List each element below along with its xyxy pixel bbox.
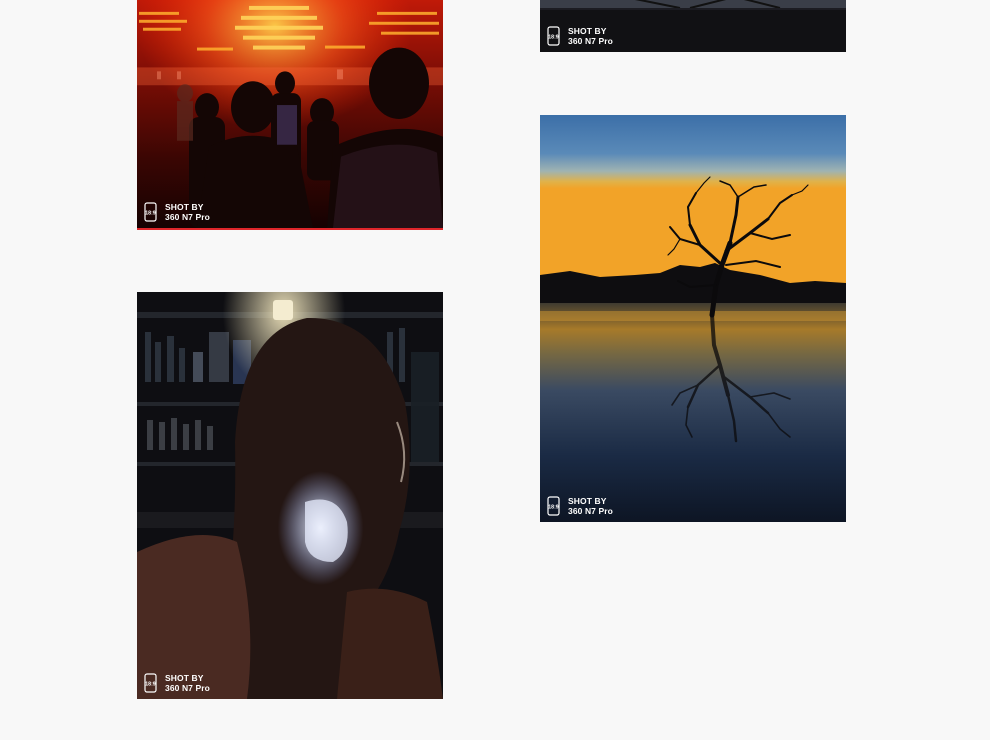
watermark-shot-by: SHOT BY [568, 26, 607, 36]
photo-girl[interactable]: 18:9 SHOT BY 360 N7 Pro [137, 292, 443, 699]
watermark-device: 360 N7 Pro [568, 36, 613, 46]
photo-nightlife[interactable]: 18:9 SHOT BY 360 N7 Pro [137, 0, 443, 230]
nightlife-scene-image [137, 0, 443, 228]
tree-scene-image [540, 115, 846, 522]
watermark-device: 360 N7 Pro [568, 506, 613, 516]
watermark-device: 360 N7 Pro [165, 683, 210, 693]
watermark: 18:9 SHOT BY 360 N7 Pro [547, 496, 613, 516]
girl-scene-image [137, 292, 443, 699]
phone-ratio-icon: 18:9 [144, 202, 157, 222]
watermark: 18:9 SHOT BY 360 N7 Pro [144, 673, 210, 693]
watermark: 18:9 SHOT BY 360 N7 Pro [547, 26, 613, 46]
phone-ratio-icon: 18:9 [144, 673, 157, 693]
photo-top-right[interactable]: 18:9 SHOT BY 360 N7 Pro [540, 0, 846, 52]
photo-tree[interactable]: 18:9 SHOT BY 360 N7 Pro [540, 115, 846, 522]
watermark-device: 360 N7 Pro [165, 212, 210, 222]
watermark-shot-by: SHOT BY [165, 202, 204, 212]
svg-text:18:9: 18:9 [548, 35, 558, 41]
watermark-shot-by: SHOT BY [568, 496, 607, 506]
svg-text:18:9: 18:9 [548, 505, 558, 511]
watermark: 18:9 SHOT BY 360 N7 Pro [144, 202, 210, 222]
watermark-shot-by: SHOT BY [165, 673, 204, 683]
svg-text:18:9: 18:9 [145, 211, 155, 217]
phone-ratio-icon: 18:9 [547, 26, 560, 46]
phone-ratio-icon: 18:9 [547, 496, 560, 516]
svg-text:18:9: 18:9 [145, 682, 155, 688]
